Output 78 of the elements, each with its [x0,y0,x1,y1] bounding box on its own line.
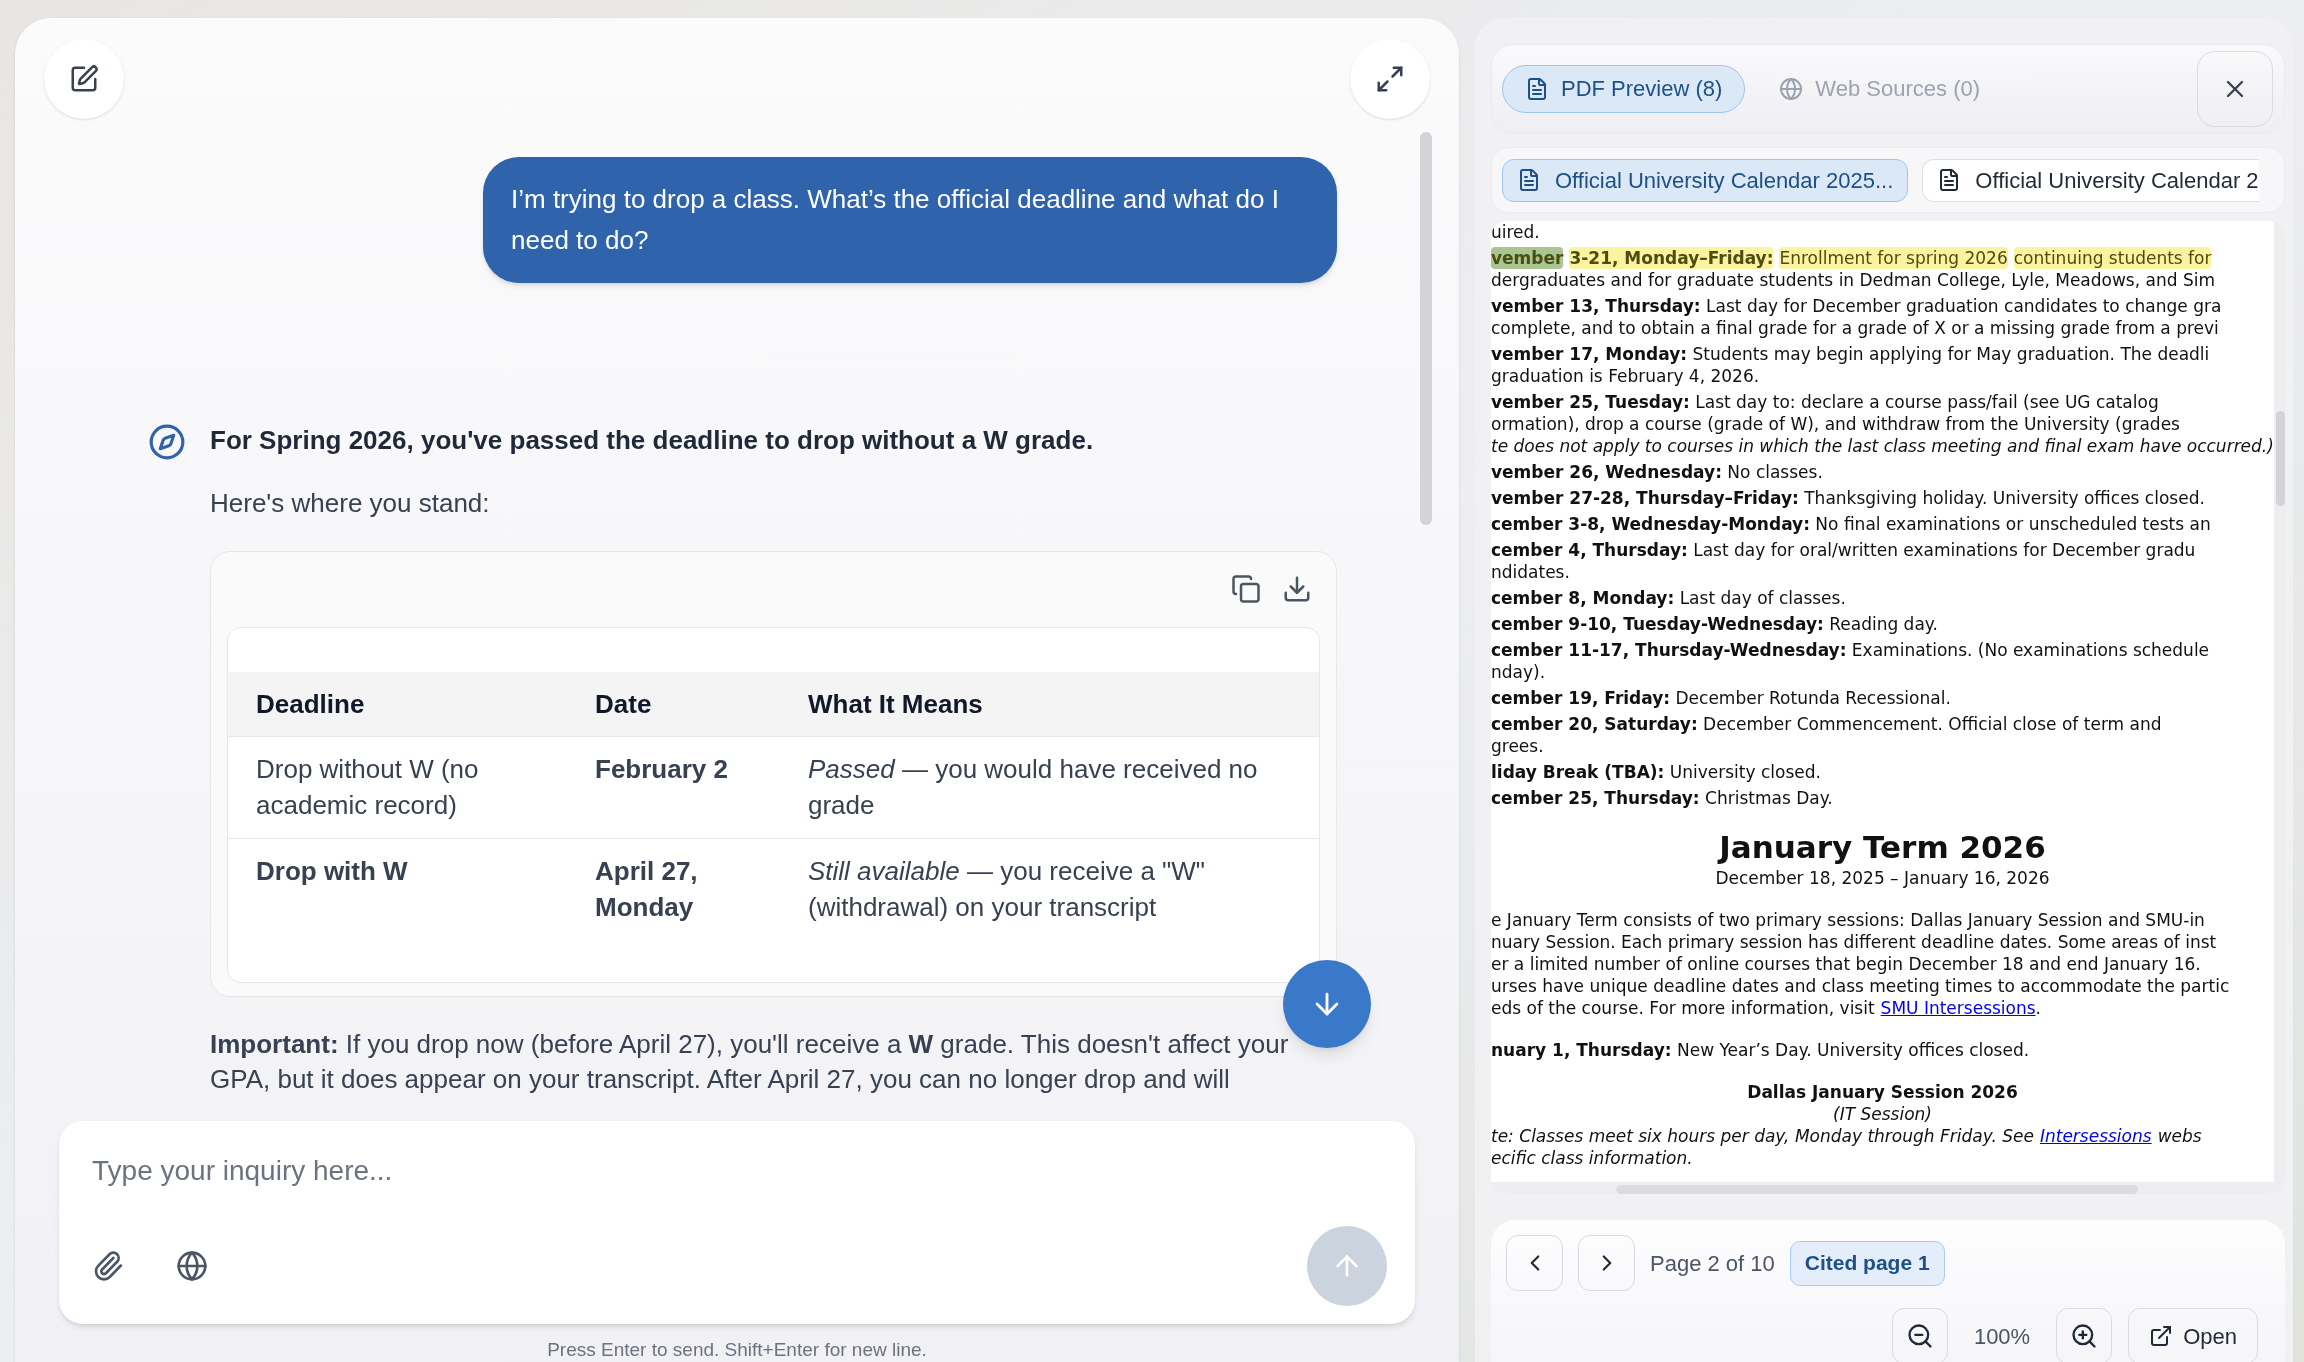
pdf-text: complete, and to obtain a final grade for a grade of X or a missing grade from a previ [1491,317,2220,340]
highlighted-text: 3-21, Monday–Friday: [1569,247,1774,270]
table-cell-text: February 2 [595,753,729,786]
pdf-text: te does not apply to courses in which the last class meeting and final exam have occurred.) [1491,435,2274,458]
pdf-text: liday Break (TBA): University closed. [1491,761,1822,784]
pdf-text: te: Classes meet six hours per day, Monday through Friday. See [1491,1125,2034,1148]
compass-icon [148,423,186,461]
zoom-in-icon [2070,1322,2099,1351]
pdf-text: eds of the course. For more information, visit [1491,997,1875,1020]
table-cell-text: Drop with W [256,855,409,888]
answer-heading: For Spring 2026, you've passed the deadline to drop without a W grade. [210,424,1095,457]
pdf-text: vember 27-28, Thursday–Friday: Thanksgiving holiday. University offices closed. [1491,487,2206,510]
scrollbar[interactable] [1420,132,1432,525]
pdf-text: cember 3-8, Wednesday-Monday: No final examinations or unscheduled tests an [1491,513,2212,536]
pdf-text: er a limited number of online courses that begin December 18 and end January 16. [1491,953,2202,976]
pdf-text: uired. [1491,221,1541,244]
document-icon [1517,168,1541,193]
copy-icon[interactable] [1231,574,1261,604]
download-icon[interactable] [1282,574,1312,604]
pdf-text: cember 4, Thursday: Last day for oral/written examinations for December gradu [1491,539,2197,562]
pdf-text: cember 19, Friday: December Rotunda Recessional. [1491,687,1952,710]
pdf-text: urses have unique deadline dates and class meeting times to accommodate the partic [1491,975,2231,998]
external-link-icon [2149,1324,2174,1349]
pdf-text: cember 20, Saturday: December Commencement. Official close of term and [1491,713,2163,736]
message-input[interactable]: Type your inquiry here... [92,1149,1382,1193]
column-header: What It Means [808,688,983,719]
scrollbar[interactable] [2276,411,2285,507]
pdf-text: cember 25, Thursday: Christmas Day. [1491,787,1834,810]
table-cell-text: Drop without W (no academic record) [256,753,480,822]
pdf-heading: Dallas January Session 2026 [1746,1081,2019,1104]
column-header: Date [595,688,652,719]
tab[interactable]: PDF Preview (8) [1502,64,1746,113]
pdf-text: ormation), drop a course (grade of W), and withdraw from the University (grades [1491,413,2181,436]
edit-icon [69,64,99,94]
pdf-text: vember 17, Monday: Students may begin applying for May graduation. The deadli [1491,343,2211,366]
pdf-text: December 18, 2025 – January 16, 2026 [1714,867,2051,890]
highlighted-text: continuing students for [2013,247,2212,270]
globe-icon[interactable] [176,1250,208,1282]
pdf-text: nuary 1, Thursday: New Year’s Day. University offices closed. [1491,1039,2031,1062]
pdf-text: cember 11-17, Thursday-Wednesday: Examinations. (No examinations schedule [1491,639,2211,662]
highlighted-text: Enrollment for spring 2026 [1779,247,2008,270]
column-header: Deadline [256,688,365,719]
pdf-text: cember 8, Monday: Last day of classes. [1491,587,1847,610]
table-cell-text: Passed — you would have received no grade [808,753,1259,822]
zoom-out-icon [1905,1322,1934,1351]
expand-icon [1375,64,1405,94]
pdf-text: vember 13, Thursday: Last day for December graduation candidates to change gra [1491,295,2223,318]
pdf-text: ecific class information. [1491,1147,1694,1170]
pdf-heading: January Term 2026 [1716,828,2047,868]
pdf-text: graduation is February 4, 2026. [1491,365,1761,388]
pdf-text: dergraduates and for graduate students in Dedman College, Lyle, Meadows, and Sim [1491,269,2216,292]
attach-icon[interactable] [92,1250,124,1282]
pdf-text: (IT Session) [1832,1103,1933,1126]
pdf-text: nday). [1491,661,1547,684]
user-message: I’m trying to drop a class. What’s the official deadline and what do I need to do? [483,157,1337,283]
answer-text: Here's where you stand: [210,487,491,520]
zoom-level: 100% [1973,1322,2031,1351]
pdf-text: grees. [1491,735,1545,758]
pdf-text: nuary Session. Each primary session has different deadline dates. Some areas of inst [1491,931,2218,954]
table-cell-text: Still available — you receive a "W" (withdrawal) on your transcript [808,855,1207,924]
pdf-link[interactable]: Intersessions [2039,1125,2152,1148]
input-hint: Press Enter to send. Shift+Enter for new line. [546,1338,928,1362]
document-icon [1525,76,1549,101]
answer-note: Important: If you drop now (before April 27), you'll receive a W grade. This doesn't affect your GPA, but it does appear on your transcript. After April 27, you can no longer drop and will [210,1028,1290,1096]
pdf-text: vember 25, Tuesday: Last day to: declare a course pass/fail (see UG catalog [1491,391,2160,414]
page-indicator: Page 2 of 10 [1650,1249,1775,1278]
cited-page-button[interactable]: Cited page 1 [1789,1240,1945,1286]
document-tab[interactable]: Official University Calendar 2 [1922,158,2259,202]
document-tab[interactable]: Official University Calendar 2025... [1502,158,1909,202]
table-cell-text: April 27, Monday [595,855,699,924]
pdf-text: vember 26, Wednesday: No classes. [1491,461,1824,484]
pdf-text: webs [2157,1125,2202,1148]
globe-icon [1779,76,1804,101]
pdf-text: e January Term consists of two primary sessions: Dallas January Session and SMU-in [1491,909,2206,932]
pdf-text: ndidates. [1491,561,1571,584]
pdf-link[interactable]: SMU Intersessions [1880,997,2036,1020]
pdf-text: cember 9-10, Tuesday-Wednesday: Reading day. [1491,613,1939,636]
pdf-text: . [2035,997,2041,1020]
